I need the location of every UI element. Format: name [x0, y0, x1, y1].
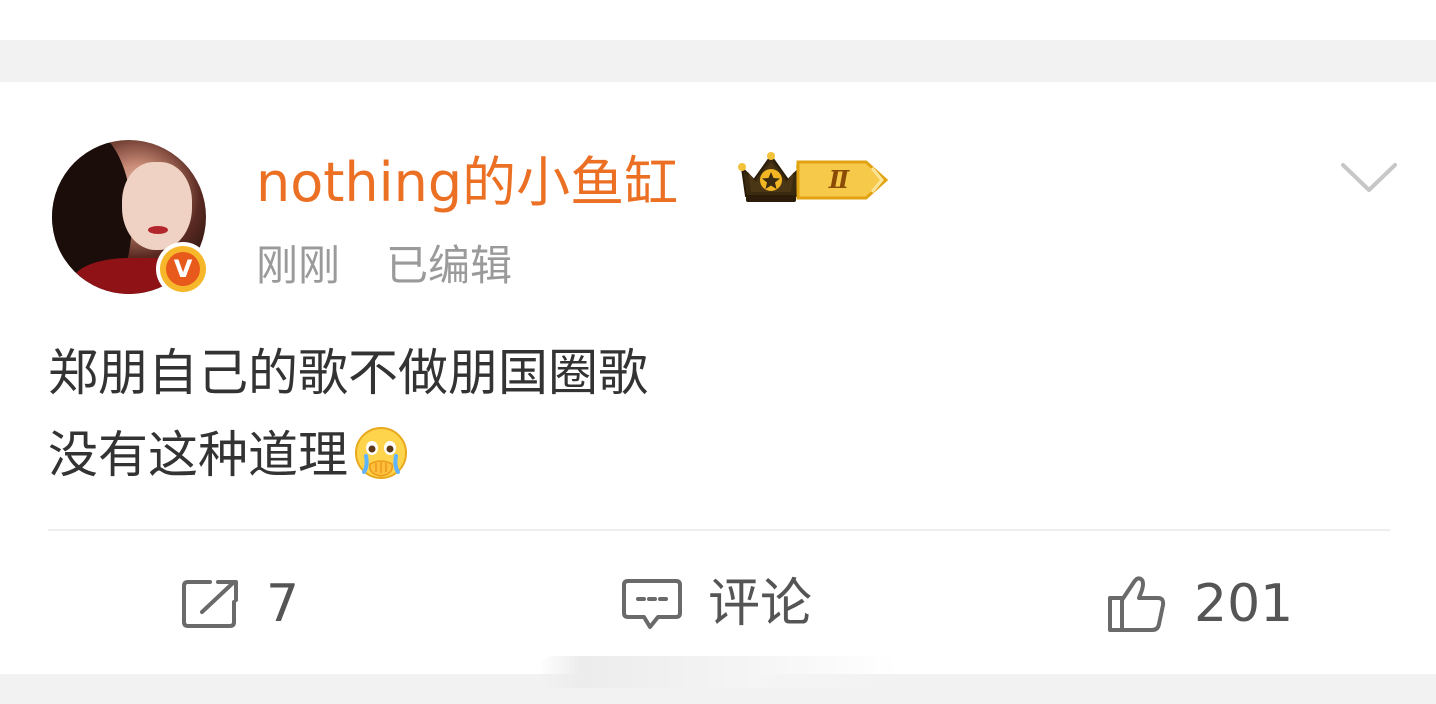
scroll-indicator	[538, 656, 898, 688]
post-text-line-2: 没有这种道理	[48, 422, 408, 488]
avatar-face	[122, 162, 192, 250]
repost-icon	[182, 580, 238, 628]
repost-count: 7	[266, 574, 300, 634]
like-button[interactable]: 201	[1106, 568, 1293, 640]
post-text-line-2-text: 没有这种道理	[48, 426, 348, 484]
post-text-line-1: 郑朋自己的歌不做朋国圈歌	[48, 344, 648, 402]
like-count: 201	[1194, 574, 1294, 634]
chevron-down-icon[interactable]	[1340, 160, 1398, 196]
top-spacer	[0, 0, 1436, 40]
covering-mouth-tearful-emoji-icon	[355, 427, 407, 479]
verified-badge-icon: V	[156, 242, 210, 296]
repost-button[interactable]: 7	[180, 568, 299, 640]
level-badge: Ⅱ	[828, 165, 850, 194]
avatar-lips	[148, 226, 168, 234]
edited-label[interactable]: 已编辑	[386, 238, 512, 294]
comment-icon	[622, 579, 682, 629]
comment-button[interactable]: 评论	[622, 568, 812, 640]
comment-label: 评论	[708, 574, 813, 634]
author-name[interactable]: nothing的小鱼缸	[256, 148, 678, 218]
post-time: 刚刚	[256, 241, 341, 290]
verified-badge-letter: V	[166, 252, 200, 286]
thumbs-up-icon	[1108, 576, 1166, 632]
action-divider	[48, 529, 1390, 531]
feed-separator-top	[0, 40, 1436, 82]
